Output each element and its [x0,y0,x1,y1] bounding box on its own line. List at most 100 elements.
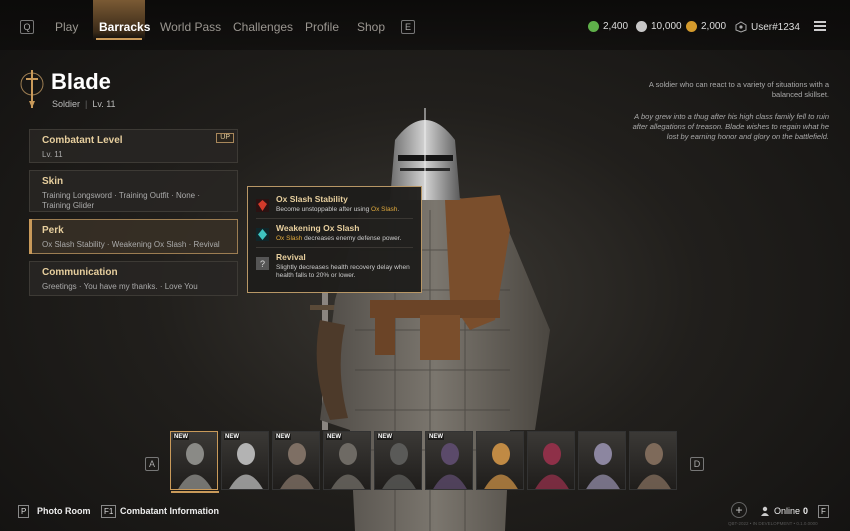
roster-prev-key[interactable]: A [145,457,159,471]
perk-desc: Slightly decreases health recovery delay… [276,264,410,279]
perk-desc-text: Become unstoppable after using [276,206,372,213]
new-badge: NEW [377,434,393,440]
roster-card[interactable]: NEW [170,431,218,490]
currency-silver[interactable]: 10,000 [636,21,682,32]
roster-card[interactable]: NEW [425,431,473,490]
roster-card[interactable]: NEW [272,431,320,490]
portrait-icon [331,443,365,489]
currency-gems[interactable]: 2,400 [588,21,628,32]
portrait-icon [280,443,314,489]
currency-gold[interactable]: 2,000 [686,21,726,32]
roster-card[interactable] [527,431,575,490]
perk-desc-highlight: Ox Slash [371,206,398,213]
portrait-icon [178,443,212,489]
perk-desc: Become unstoppable after using Ox Slash. [276,206,399,214]
portrait-icon [433,443,467,489]
perk-row: ? Revival Slightly decreases health reco… [256,248,413,284]
class-emblem-icon [20,70,44,108]
photo-room-button[interactable]: Photo Room [37,506,91,516]
portrait-icon [484,443,518,489]
perk-desc-text: . [397,206,400,213]
tab-profile[interactable]: Profile [305,20,339,34]
character-name: Blade [51,69,111,94]
menu-icon[interactable] [814,21,826,31]
panel-desc: Ox Slash Stability · Weakening Ox Slash … [42,240,220,249]
tab-challenges[interactable]: Challenges [233,20,293,34]
perk-name: Revival [276,252,306,262]
person-icon [761,506,769,516]
green-gem-icon [588,21,599,32]
combatant-info-key[interactable]: F1 [101,505,117,518]
panel-title: Skin [42,176,64,187]
active-tab-underline [96,38,142,40]
online-count: 0 [803,506,809,516]
perk-name: Weakening Ox Slash [276,223,360,233]
new-badge: NEW [173,434,189,440]
portrait-icon [535,443,569,489]
perk-desc-highlight: Ox Slash [276,235,303,242]
new-badge: NEW [428,434,444,440]
tab-shop[interactable]: Shop [357,20,385,34]
perk-desc-text: decreases enemy defense power. [302,235,402,242]
tab-play[interactable]: Play [55,20,78,34]
roster-card[interactable] [578,431,626,490]
character-class: Soldier [52,99,81,109]
perk-desc: Ox Slash decreases enemy defense power. [276,235,401,243]
panel-communication[interactable]: Communication Greetings · You have my th… [29,261,238,296]
friends-key[interactable]: F [818,505,829,518]
panel-desc: Lv. 11 [42,150,63,159]
perk-name: Ox Slash Stability [276,194,348,204]
tab-barracks[interactable]: Barracks [99,20,150,34]
character-summary: A soldier who can react to a variety of … [648,80,829,99]
portrait-icon [229,443,263,489]
character-subtitle: Soldier | Lv. 11 [52,99,116,109]
panel-title: Perk [42,225,64,236]
roster-card[interactable]: NEW [323,431,371,490]
panel-combatant-level[interactable]: Combatant Level Lv. 11 UP [29,129,238,163]
portrait-icon [637,443,671,489]
panel-skin[interactable]: Skin Training Longsword · Training Outfi… [29,170,238,212]
gem-amount: 2,400 [603,21,629,32]
teal-crystal-icon [256,228,269,241]
character-level: Lv. 11 [92,99,116,109]
roster-card[interactable]: NEW [221,431,269,490]
gold-coin-icon [686,21,697,32]
nav-prev-key[interactable]: Q [20,20,34,34]
new-badge: NEW [326,434,342,440]
selected-card-indicator [171,491,219,493]
add-friend-icon[interactable]: + [731,502,747,518]
user-profile[interactable]: User#1234 [735,21,800,33]
photo-room-key[interactable]: P [18,505,30,518]
portrait-icon [382,443,416,489]
username: User#1234 [751,21,800,33]
roster-card[interactable] [629,431,677,490]
panel-desc: Greetings · You have my thanks. · Love Y… [42,282,198,291]
level-up-badge: UP [216,133,234,143]
roster-next-key[interactable]: D [690,457,704,471]
perk-tooltip: Ox Slash Stability Become unstoppable af… [247,186,422,293]
new-badge: NEW [275,434,291,440]
perk-row: Ox Slash Stability Become unstoppable af… [256,190,413,219]
panel-desc: Training Longsword · Training Outfit · N… [42,191,200,210]
question-icon: ? [256,257,269,270]
silver-coin-icon [636,21,647,32]
roster-card[interactable] [476,431,524,490]
online-label: Online [774,506,801,516]
build-info: QBT-2022 • IN DEVELOPMENT • 0.1.0.0000 [728,521,818,526]
silver-amount: 10,000 [651,21,682,32]
tab-world-pass[interactable]: World Pass [160,20,221,34]
new-badge: NEW [224,434,240,440]
character-roster: NEW NEW NEW NEW NEW NEW [170,431,677,490]
gold-amount: 2,000 [701,21,727,32]
combatant-info-button[interactable]: Combatant Information [120,506,219,516]
portrait-icon [586,443,620,489]
panel-title: Combatant Level [42,135,123,146]
svg-text:?: ? [260,259,265,269]
panel-perk[interactable]: Perk Ox Slash Stability · Weakening Ox S… [29,219,238,254]
roster-card[interactable]: NEW [374,431,422,490]
perk-row: Weakening Ox Slash Ox Slash decreases en… [256,219,413,248]
nav-next-key[interactable]: E [401,20,415,34]
red-crystal-icon [256,199,269,212]
panel-title: Communication [42,267,118,278]
rank-badge-icon [735,21,747,33]
